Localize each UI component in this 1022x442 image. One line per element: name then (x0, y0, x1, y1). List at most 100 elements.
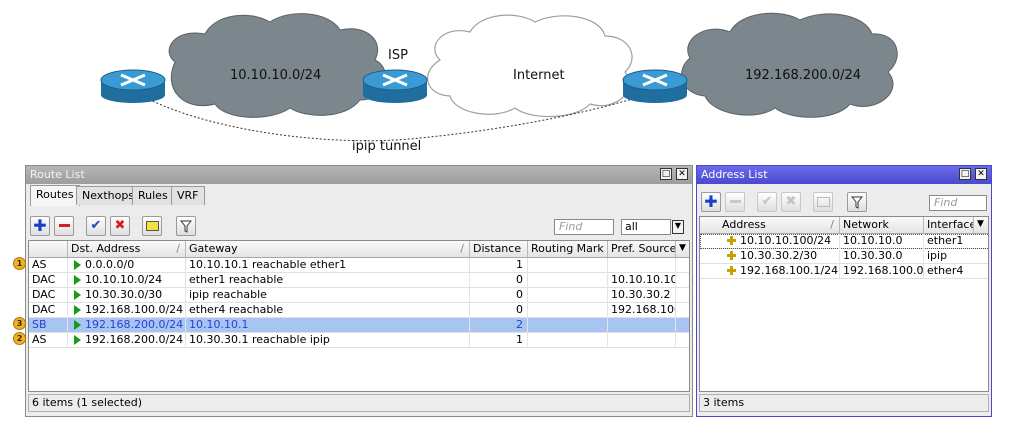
cell-flags: DAC (29, 303, 68, 318)
table-header: Address / Network Interface ▼ (700, 217, 988, 234)
col-network[interactable]: Network (840, 217, 924, 233)
col-interface[interactable]: Interface (924, 217, 974, 233)
cell-flags: SB (29, 318, 68, 333)
cell-address: 10.10.10.100/24 (700, 234, 840, 249)
route-badge: 2 (13, 332, 26, 345)
cell-interface: ipip (924, 249, 988, 264)
route-table: Dst. Address / Gateway / Distance Routing … (28, 240, 690, 392)
col-routing-mark[interactable]: Routing Mark (528, 241, 608, 257)
table-row[interactable]: DAC 10.30.30.0/30 ipip reachable 0 10.30.30.… (29, 288, 689, 303)
cell-interface: ether4 (924, 264, 988, 279)
cloud-icon (681, 12, 898, 118)
cell-text: 192.168.200.0/24 (85, 318, 184, 331)
find-input[interactable]: Find (554, 219, 614, 235)
window-title: Address List (701, 168, 768, 181)
filter-icon (850, 196, 864, 209)
cell-dst: 10.30.30.0/30 (68, 288, 186, 303)
cell-gateway: 10.10.10.1 (186, 318, 470, 333)
table-row[interactable]: DAC 192.168.100.0/24 ether4 reachable 0 192.… (29, 303, 689, 318)
network-diagram (100, 12, 898, 142)
filter-button[interactable] (176, 216, 196, 236)
cell-text: 10.30.30.0/30 (85, 288, 163, 301)
comment-button[interactable] (813, 192, 833, 212)
router-icon (100, 69, 166, 103)
disable-button[interactable]: ✖ (110, 216, 130, 236)
table-row[interactable]: DAC 10.10.10.0/24 ether1 reachable 0 10.10.1… (29, 273, 689, 288)
cell-mark (528, 273, 608, 288)
remove-button[interactable] (54, 216, 74, 236)
route-badge: 1 (13, 257, 26, 270)
col-label: Dst. Address (71, 242, 141, 255)
col-distance[interactable]: Distance (470, 241, 528, 257)
add-button[interactable]: ✚ (701, 192, 721, 212)
cell-gateway: ether4 reachable (186, 303, 470, 318)
cell-distance: 1 (470, 258, 528, 273)
enable-button[interactable]: ✔ (757, 192, 777, 212)
cell-text: 0.0.0.0/0 (85, 258, 135, 271)
cell-gateway: ether1 reachable (186, 273, 470, 288)
tab-routes[interactable]: Routes (30, 185, 80, 206)
cell-dst: 192.168.200.0/24 (68, 318, 186, 333)
cloud-icon (168, 13, 387, 118)
route-flag-icon (74, 275, 81, 285)
column-menu-icon[interactable]: ▼ (676, 241, 689, 257)
cell-pref-source (608, 258, 676, 273)
table-row[interactable]: AS 0.0.0.0/0 10.10.10.1 reachable ether1 1 (29, 258, 689, 273)
col-gateway[interactable]: Gateway / (186, 241, 470, 257)
window-title: Route List (30, 168, 85, 181)
comment-button[interactable] (142, 216, 162, 236)
column-menu-icon[interactable]: ▼ (974, 217, 988, 233)
cell-gateway: 10.30.30.1 reachable ipip (186, 333, 470, 348)
tab-nexthops[interactable]: Nexthops (76, 186, 141, 205)
cell-distance: 1 (470, 333, 528, 348)
table-row[interactable]: AS 192.168.200.0/24 10.30.30.1 reachable i… (29, 333, 689, 348)
cell-distance: 0 (470, 288, 528, 303)
close-icon[interactable]: ✕ (975, 168, 987, 180)
route-flag-icon (74, 305, 81, 315)
filter-button[interactable] (847, 192, 867, 212)
maximize-icon[interactable]: □ (660, 168, 672, 180)
cell-address: 10.30.30.2/30 (700, 249, 840, 264)
chevron-down-icon[interactable]: ▼ (672, 220, 684, 234)
cell-network: 10.30.30.0 (840, 249, 924, 264)
table-row[interactable]: 10.30.30.2/30 10.30.30.0 ipip (700, 249, 988, 264)
col-dst-address[interactable]: Dst. Address / (68, 241, 186, 257)
col-pref-source[interactable]: Pref. Source (608, 241, 676, 257)
route-flag-icon (74, 290, 81, 300)
remove-button[interactable] (725, 192, 745, 212)
col-address[interactable]: Address / (700, 217, 840, 233)
close-icon[interactable]: ✕ (676, 168, 688, 180)
disable-button[interactable]: ✖ (781, 192, 801, 212)
route-flag-icon (74, 260, 81, 270)
router-icon (362, 69, 428, 103)
address-list-titlebar[interactable]: Address List □ ✕ (697, 166, 991, 184)
cell-dst: 10.10.10.0/24 (68, 273, 186, 288)
route-list-titlebar[interactable]: Route List □ ✕ (26, 166, 692, 184)
cell-text: 192.168.200.0/24 (85, 333, 184, 346)
col-label: Gateway (189, 242, 238, 255)
col-label: Address (722, 218, 766, 231)
filter-select[interactable]: all (621, 219, 671, 235)
cloud-icon (427, 14, 633, 118)
route-list-window: Route List □ ✕ Routes Nexthops Rules VRF… (25, 165, 693, 417)
tab-rules[interactable]: Rules (132, 186, 174, 205)
find-input[interactable]: Find (929, 195, 987, 211)
cell-flags: AS (29, 258, 68, 273)
cell-pref-source (608, 333, 676, 348)
enable-button[interactable]: ✔ (86, 216, 106, 236)
maximize-icon[interactable]: □ (959, 168, 971, 180)
add-button[interactable]: ✚ (30, 216, 50, 236)
cell-distance: 0 (470, 303, 528, 318)
isp-label: ISP (388, 48, 408, 63)
tab-vrf[interactable]: VRF (171, 186, 205, 205)
route-badge: 3 (13, 317, 26, 330)
cell-flags: DAC (29, 273, 68, 288)
cell-dst: 192.168.100.0/24 (68, 303, 186, 318)
table-row[interactable]: 10.10.10.100/24 10.10.10.0 ether1 (700, 234, 988, 249)
cell-network: 10.10.10.0 (840, 234, 924, 249)
address-list-window: Address List □ ✕ ✚ ✔ ✖ Find Address / Net… (696, 165, 992, 417)
col-flags[interactable] (29, 241, 68, 257)
minus-icon (729, 200, 741, 203)
table-row[interactable]: SB 192.168.200.0/24 10.10.10.1 2 (29, 318, 689, 333)
table-row[interactable]: 192.168.100.1/24 192.168.100.0 ether4 (700, 264, 988, 279)
